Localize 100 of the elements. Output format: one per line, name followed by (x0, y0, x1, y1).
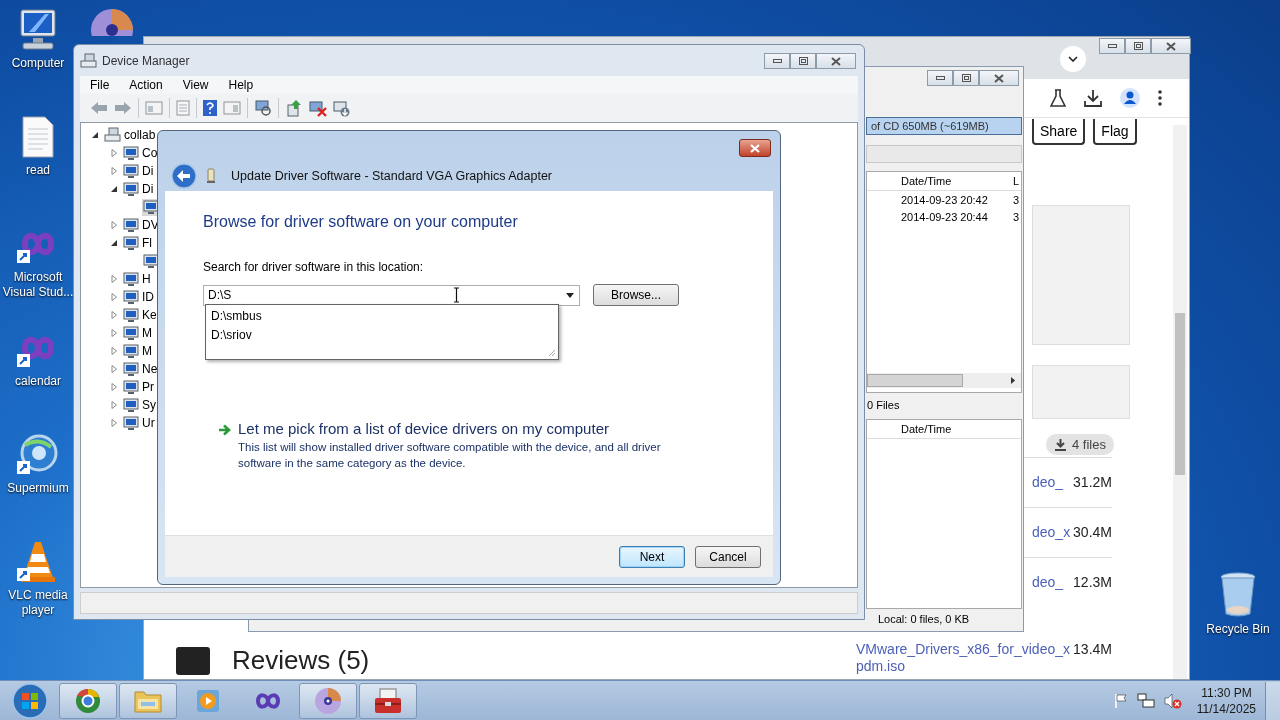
desktop-icon[interactable]: Supermium (0, 433, 76, 496)
expand-arrow-icon[interactable] (110, 239, 118, 247)
back-button[interactable] (171, 163, 197, 189)
download-count-button[interactable]: 4 files (1046, 434, 1114, 455)
enable-icon[interactable] (333, 99, 351, 117)
download-icon[interactable] (1084, 89, 1102, 107)
suggestion-item[interactable]: D:\smbus (211, 306, 553, 326)
profile-icon[interactable] (1120, 88, 1140, 108)
scan-icon[interactable] (254, 100, 272, 116)
menu-item[interactable]: Help (228, 78, 254, 92)
dialog-button[interactable]: Next (619, 545, 685, 568)
forward-arrow-icon[interactable] (114, 101, 132, 115)
resize-grip-icon[interactable] (548, 348, 556, 357)
close-button[interactable] (739, 139, 771, 157)
scroll-right-icon[interactable] (1011, 377, 1015, 384)
column-header[interactable]: Date/Time (901, 175, 1013, 187)
text-field[interactable] (866, 145, 1022, 163)
column-header[interactable]: L (1013, 175, 1021, 187)
taskbar-button[interactable] (59, 682, 117, 719)
device-icon (123, 271, 139, 287)
tree-item[interactable]: Sy (142, 398, 156, 412)
clock-time[interactable]: 11:30 PM (1201, 684, 1252, 701)
expand-arrow-icon[interactable] (91, 131, 99, 139)
muted-speaker-icon[interactable] (1163, 692, 1182, 709)
suggestion-item[interactable]: D:\sriov (211, 325, 553, 345)
tree-item[interactable]: Ne (142, 362, 158, 376)
back-arrow-icon[interactable] (90, 101, 108, 115)
minimize-button[interactable] (927, 70, 953, 86)
taskbar-button[interactable] (359, 682, 417, 719)
icon-label: Recycle Bin (1206, 622, 1270, 637)
tree-item[interactable]: Co (142, 146, 158, 160)
close-button[interactable] (1151, 38, 1191, 54)
device-icon (123, 343, 139, 359)
update-icon[interactable] (285, 99, 303, 117)
desktop-icon[interactable]: Microsoft Visual Stud... (0, 222, 76, 300)
menu-item[interactable]: File (90, 78, 110, 92)
help-icon[interactable] (203, 100, 217, 116)
taskbar-button[interactable] (119, 682, 177, 719)
file-size: 31.2M (1073, 474, 1112, 491)
menu-item[interactable]: View (182, 78, 209, 92)
desktop-icon[interactable]: Computer (0, 8, 76, 71)
desktop-icon[interactable]: calendar (0, 326, 76, 389)
trash-can-icon (1219, 572, 1257, 618)
field-label: Search for driver software in this location: (203, 260, 425, 275)
browser-icon (74, 686, 102, 715)
page-heading: Browse for driver software on your computer (203, 212, 519, 232)
flag-icon[interactable] (1113, 692, 1128, 709)
close-icon (831, 56, 841, 66)
scrollbar[interactable] (867, 373, 1021, 388)
desktop-icon[interactable]: Recycle Bin (1198, 572, 1278, 637)
tree-item[interactable]: M (142, 344, 152, 358)
uninstall-icon[interactable] (309, 99, 327, 117)
network-icon[interactable] (1136, 692, 1155, 709)
tree-item[interactable]: Fl (142, 236, 152, 250)
disc-size-field[interactable]: of CD 650MB (~619MB) (866, 117, 1022, 135)
minimize-button[interactable] (1099, 38, 1125, 54)
browse-button[interactable]: Browse... (593, 284, 679, 306)
scrollbar[interactable] (1173, 125, 1187, 679)
menu-item[interactable]: Action (129, 78, 163, 92)
tree-item[interactable]: H (142, 272, 151, 286)
maximize-button[interactable] (953, 70, 979, 86)
taskbar-button[interactable] (299, 682, 357, 719)
status-text: Local: 0 files, 0 KB (877, 613, 971, 625)
option-link[interactable]: Let me pick from a list of device drivers on my computer (238, 419, 686, 439)
tree-item[interactable]: Ur (142, 416, 155, 430)
start-button[interactable] (12, 682, 48, 719)
maximize-button[interactable] (1125, 38, 1151, 54)
minimize-button[interactable] (764, 53, 790, 69)
tree-item[interactable]: Ke (142, 308, 157, 322)
device-icon (123, 217, 139, 233)
close-button[interactable] (979, 70, 1019, 86)
expand-arrow-icon[interactable] (110, 185, 118, 193)
desktop-icon[interactable]: read (0, 115, 76, 178)
clock-date[interactable]: 11/14/2025 (1196, 700, 1256, 717)
menu-icon[interactable] (1158, 90, 1162, 106)
tree-item[interactable]: Pr (142, 380, 154, 394)
tree-item[interactable]: collab (124, 128, 156, 142)
flask-icon[interactable] (1050, 89, 1066, 107)
show-desktop-button[interactable] (1265, 681, 1280, 720)
maximize-button[interactable] (790, 53, 816, 69)
tree-item[interactable]: Di (142, 164, 154, 178)
device-icon (123, 379, 139, 395)
dialog-button[interactable]: Cancel (695, 545, 761, 568)
desktop-icon[interactable]: VLC media player (0, 540, 76, 618)
tab-search-button[interactable] (1060, 46, 1086, 72)
tree-item[interactable]: M (142, 326, 152, 340)
file-link[interactable]: VMware_Drivers_x86_for_video_x pdm.iso (856, 641, 1070, 675)
action-button[interactable]: Flag (1093, 119, 1137, 145)
icon-label: Computer (11, 56, 65, 71)
computer-icon (80, 52, 97, 69)
column-header[interactable]: Date/Time (901, 423, 1013, 435)
file-link[interactable]: deo_ (1032, 474, 1064, 491)
action-button[interactable]: Share (1032, 119, 1086, 145)
file-link[interactable]: deo_x (1032, 524, 1071, 541)
close-button[interactable] (816, 53, 856, 69)
file-size: 13.4M (1073, 641, 1112, 658)
file-link[interactable]: deo_ (1032, 574, 1064, 591)
close-icon (1166, 41, 1176, 51)
tree-item[interactable]: ID (142, 290, 154, 304)
tree-item[interactable]: Di (142, 182, 154, 196)
